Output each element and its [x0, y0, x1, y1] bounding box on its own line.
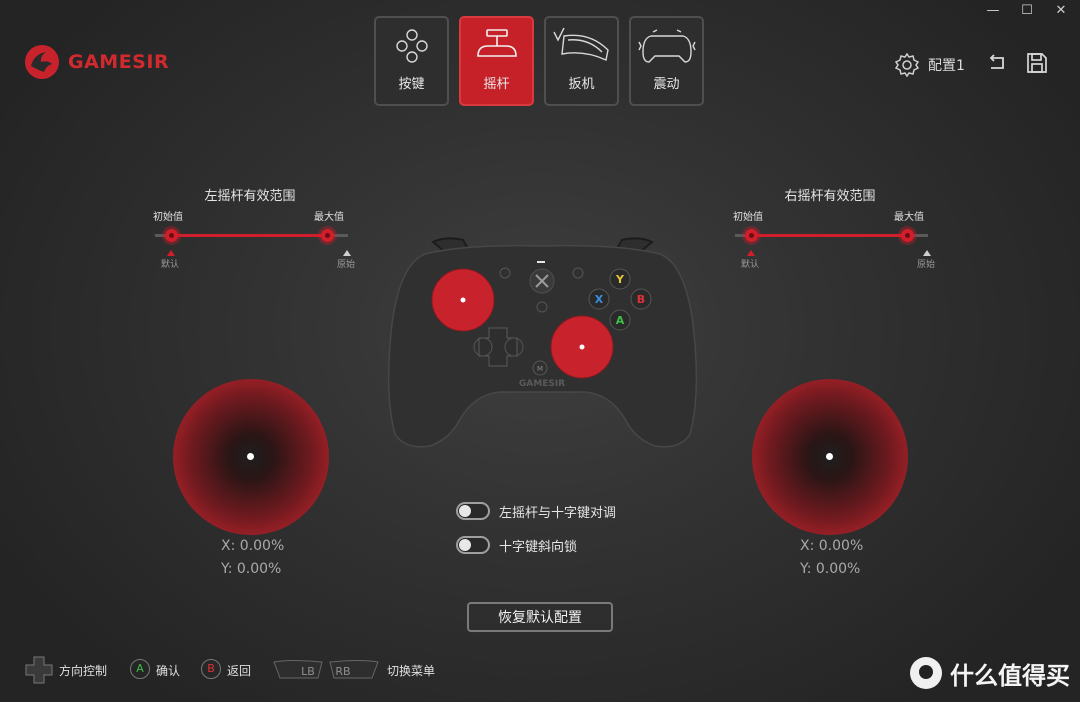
left-stick-position-dot: [247, 453, 254, 460]
tab-buttons[interactable]: 按键: [374, 16, 449, 106]
reset-defaults-button[interactable]: 恢复默认配置: [467, 602, 613, 632]
dpad-diagonal-lock-toggle[interactable]: [456, 536, 490, 554]
save-icon[interactable]: [1026, 52, 1048, 74]
left-stick-x: X: 0.00%: [221, 538, 284, 554]
tab-buttons-label: 按键: [398, 77, 425, 92]
profile-label: 配置1: [928, 58, 965, 74]
dpad-hint-icon: [25, 656, 53, 684]
left-origin-label: 原始: [337, 260, 356, 270]
undo-icon[interactable]: [987, 53, 1009, 73]
controller-diagram: M GAMESIR Y X B A: [387, 237, 698, 448]
right-origin-marker-icon: [923, 250, 931, 256]
trigger-icon: [552, 27, 609, 62]
swap-stick-dpad-toggle[interactable]: [456, 502, 490, 520]
right-x-value: 0.00%: [818, 538, 864, 554]
gamesir-logo-icon: [25, 45, 59, 79]
right-y-label: Y:: [800, 561, 812, 577]
right-x-label: X:: [800, 538, 815, 554]
gear-icon: [894, 52, 920, 78]
face-buttons-icon: [395, 29, 428, 63]
brand-name: GAMESIR: [68, 51, 170, 73]
footer-dpad-label: 方向控制: [59, 664, 108, 678]
left-range-max-handle[interactable]: [321, 229, 334, 242]
vibration-icon: [637, 29, 696, 63]
svg-text:Y: Y: [615, 273, 625, 286]
left-stick-y: Y: 0.00%: [221, 561, 281, 577]
watermark-logo-icon: [910, 657, 942, 689]
tab-triggers[interactable]: 扳机: [544, 16, 619, 106]
svg-text:LB: LB: [301, 665, 315, 678]
left-default-label: 默认: [161, 260, 180, 270]
left-range-min-label: 初始值: [153, 212, 183, 223]
svg-text:GAMESIR: GAMESIR: [519, 379, 565, 389]
left-range-title: 左摇杆有效范围: [204, 189, 296, 204]
left-x-value: 0.00%: [239, 538, 285, 554]
joystick-icon: [476, 29, 517, 57]
dpad-diagonal-lock-label: 十字键斜向锁: [499, 540, 578, 555]
close-button[interactable]: ✕: [1045, 2, 1077, 20]
left-default-marker-icon: [167, 250, 175, 256]
left-range-fill: [171, 234, 327, 237]
right-default-label: 默认: [741, 260, 760, 270]
left-range-max-label: 最大值: [314, 212, 344, 223]
swap-stick-dpad-label: 左摇杆与十字键对调: [499, 506, 617, 521]
bumper-hint-icon: LB RB: [273, 660, 379, 679]
left-y-label: Y:: [221, 561, 233, 577]
svg-text:A: A: [616, 314, 625, 327]
svg-text:M: M: [537, 365, 543, 373]
tab-sticks-label: 摇杆: [483, 77, 510, 92]
a-button-hint-icon: A: [130, 659, 150, 679]
watermark-text: 什么值得买: [950, 662, 1070, 690]
right-range-min-label: 初始值: [733, 212, 763, 223]
profile-selector[interactable]: 配置1: [894, 52, 965, 78]
right-stick-x: X: 0.00%: [800, 538, 863, 554]
minimize-button[interactable]: —: [977, 2, 1009, 20]
footer-back-label: 返回: [227, 664, 252, 678]
tab-vibration[interactable]: 震动: [629, 16, 704, 106]
svg-text:RB: RB: [335, 665, 350, 678]
right-stick-position-dot: [826, 453, 833, 460]
left-range-min-handle[interactable]: [165, 229, 178, 242]
brand-logo: GAMESIR: [22, 42, 169, 82]
right-y-value: 0.00%: [815, 561, 861, 577]
right-range-title: 右摇杆有效范围: [784, 189, 876, 204]
right-stick-visualizer: [752, 379, 908, 535]
right-range-min-handle[interactable]: [745, 229, 758, 242]
tab-sticks[interactable]: 摇杆: [459, 16, 534, 106]
tab-triggers-label: 扳机: [568, 77, 595, 92]
right-range-max-label: 最大值: [894, 212, 924, 223]
left-y-value: 0.00%: [236, 561, 282, 577]
tab-vibration-label: 震动: [653, 77, 680, 92]
b-button-hint-icon: B: [201, 659, 221, 679]
right-range-fill: [751, 234, 907, 237]
right-stick-y: Y: 0.00%: [800, 561, 860, 577]
left-x-label: X:: [221, 538, 236, 554]
left-stick-visualizer: [173, 379, 329, 535]
svg-text:X: X: [595, 293, 604, 306]
footer-switch-label: 切换菜单: [387, 664, 436, 678]
right-default-marker-icon: [747, 250, 755, 256]
right-origin-label: 原始: [917, 260, 936, 270]
left-origin-marker-icon: [343, 250, 351, 256]
right-range-max-handle[interactable]: [901, 229, 914, 242]
maximize-button[interactable]: ☐: [1011, 2, 1043, 20]
footer-confirm-label: 确认: [156, 664, 181, 678]
svg-text:B: B: [637, 293, 645, 306]
